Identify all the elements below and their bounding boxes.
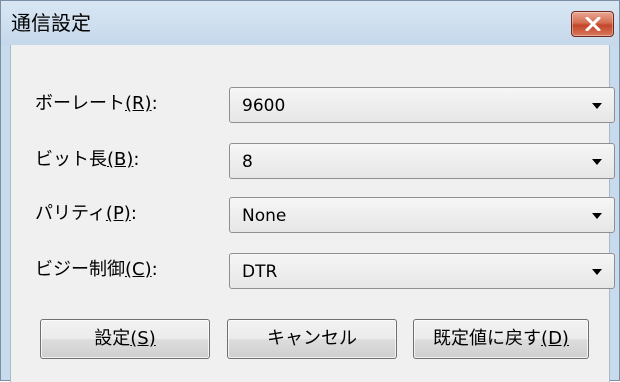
busy-control-label: ビジー制御(C): [35, 259, 158, 280]
cancel-button[interactable]: キャンセル [227, 319, 397, 359]
close-icon [585, 17, 601, 31]
dialog-window: 通信設定 ボーレート(R): 9600 ビット長(B): 8 パリティ(P): [0, 0, 620, 382]
bit-length-select[interactable]: 8 [229, 143, 615, 179]
dialog-title: 通信設定 [11, 11, 91, 35]
baud-rate-value: 9600 [242, 96, 286, 116]
apply-button[interactable]: 設定(S) [40, 319, 210, 359]
chevron-down-icon [592, 213, 602, 219]
baud-rate-select[interactable]: 9600 [229, 87, 615, 123]
parity-label: パリティ(P): [35, 203, 137, 224]
bit-length-label: ビット長(B): [35, 149, 140, 170]
restore-defaults-button[interactable]: 既定値に戻す(D) [413, 319, 589, 359]
chevron-down-icon [592, 269, 602, 275]
baud-rate-label: ボーレート(R): [35, 93, 158, 114]
parity-value: None [242, 206, 287, 226]
close-button[interactable] [571, 11, 614, 37]
busy-control-select[interactable]: DTR [229, 253, 615, 289]
chevron-down-icon [592, 159, 602, 165]
title-bar[interactable]: 通信設定 [1, 1, 619, 45]
chevron-down-icon [592, 103, 602, 109]
busy-control-value: DTR [242, 262, 278, 282]
parity-select[interactable]: None [229, 197, 615, 233]
bit-length-value: 8 [242, 152, 253, 172]
